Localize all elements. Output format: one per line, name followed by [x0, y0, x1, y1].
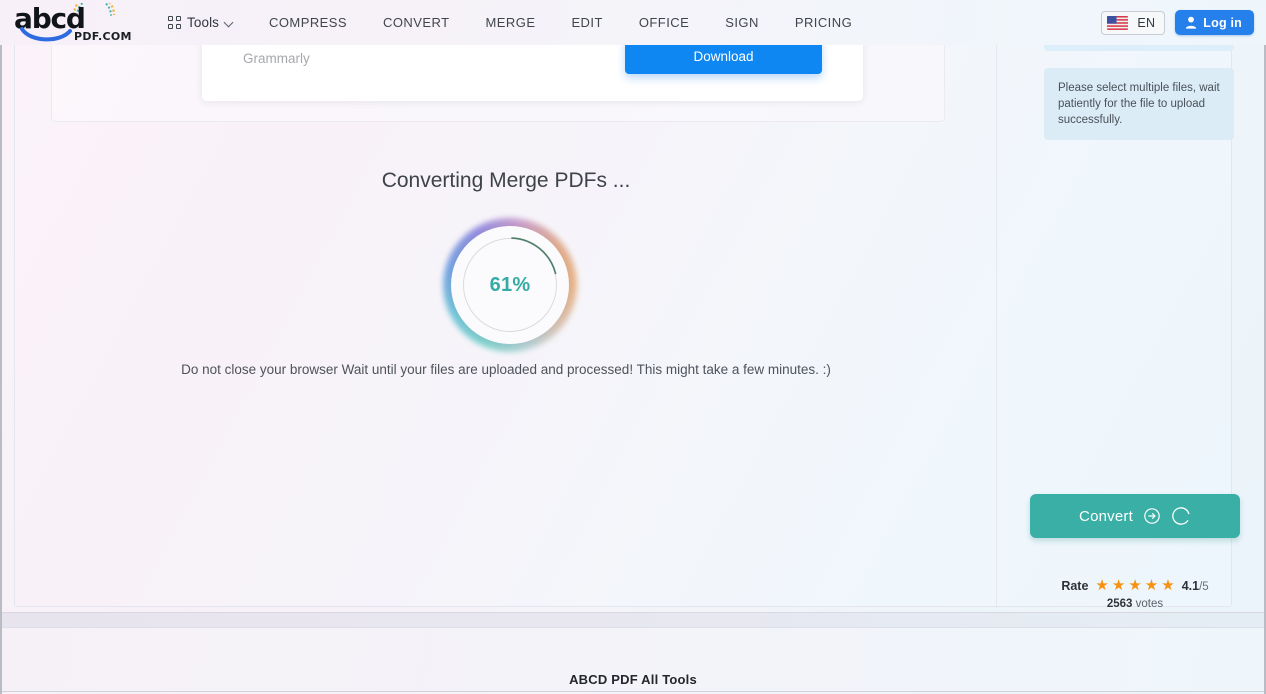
rating-stars[interactable]: ★ ★ ★ ★ ★ — [1095, 578, 1174, 593]
section-divider — [0, 612, 1266, 628]
sidebar-info-box: Please select multiple files, wait patie… — [1044, 68, 1234, 140]
ad-download-label: Download — [693, 48, 754, 64]
nav-item-tools[interactable]: Tools — [158, 9, 251, 36]
nav-item-edit[interactable]: EDIT — [553, 9, 620, 36]
main-left-column: Grammarly Download Converting Merge PDFs… — [15, 23, 997, 608]
ad-label: Grammarly — [243, 51, 310, 66]
star-icon[interactable]: ★ — [1095, 578, 1108, 593]
nav-item-compress-label: COMPRESS — [269, 15, 348, 30]
rating-votes: 2563 votes — [1030, 598, 1240, 610]
convert-button-label: Convert — [1079, 507, 1133, 525]
site-header: abcd PDF.COM Tools COMPRESS CONVERT MERG… — [0, 0, 1266, 45]
rating-score-max: /5 — [1199, 580, 1209, 593]
page-root: Grammarly Download Converting Merge PDFs… — [0, 0, 1266, 694]
star-icon[interactable]: ★ — [1145, 578, 1158, 593]
nav-item-compress[interactable]: COMPRESS — [251, 9, 365, 36]
arrow-right-circle-icon — [1144, 508, 1160, 524]
footer-title: ABCD PDF All Tools — [569, 672, 697, 687]
star-icon[interactable]: ★ — [1161, 578, 1174, 593]
nav-item-pricing[interactable]: PRICING — [777, 9, 870, 36]
grid-icon — [168, 16, 181, 29]
user-icon — [1186, 16, 1197, 29]
logo-subtext: PDF.COM — [74, 29, 132, 43]
language-selector[interactable]: EN — [1101, 10, 1166, 35]
progress-ring: 61% — [443, 218, 577, 352]
nav-item-office-label: OFFICE — [638, 15, 690, 30]
progress-percent-label: 61% — [489, 273, 531, 296]
ad-container: Grammarly Download — [51, 23, 945, 122]
chevron-down-icon — [225, 19, 233, 27]
star-icon[interactable]: ★ — [1112, 578, 1125, 593]
login-label: Log in — [1203, 15, 1242, 30]
sidebar: Please select multiple files, wait patie… — [1011, 33, 1240, 610]
star-icon[interactable]: ★ — [1128, 578, 1141, 593]
window-edge-left — [0, 0, 2, 694]
abcd-pdf-logo[interactable]: abcd PDF.COM — [14, 2, 131, 44]
nav-item-office[interactable]: OFFICE — [621, 9, 707, 36]
rating-row: Rate ★ ★ ★ ★ ★ 4.1/5 — [1030, 578, 1240, 593]
swoosh-icon — [20, 26, 72, 41]
progress-note: Do not close your browser Wait until you… — [181, 362, 831, 377]
page-title: Converting Merge PDFs ... — [381, 169, 631, 192]
site-footer: ABCD PDF All Tools — [0, 628, 1266, 692]
nav-item-edit-label: EDIT — [571, 15, 603, 30]
rating-score-value: 4.1 — [1181, 578, 1200, 593]
main-content-card: Grammarly Download Converting Merge PDFs… — [14, 23, 1240, 610]
nav-item-merge[interactable]: MERGE — [468, 9, 554, 36]
convert-button[interactable]: Convert — [1030, 494, 1240, 538]
language-label: EN — [1137, 15, 1156, 30]
nav-item-convert-label: CONVERT — [383, 15, 450, 30]
nav-item-sign-label: SIGN — [725, 15, 759, 30]
nav-item-sign[interactable]: SIGN — [707, 9, 777, 36]
main-nav: Tools COMPRESS CONVERT MERGE EDIT OFFICE… — [158, 9, 870, 36]
nav-item-convert[interactable]: CONVERT — [365, 9, 467, 36]
rate-label: Rate — [1061, 578, 1089, 593]
votes-count: 2563 — [1106, 598, 1133, 610]
votes-label: votes — [1135, 598, 1164, 610]
nav-item-tools-label: Tools — [187, 15, 220, 30]
nav-item-pricing-label: PRICING — [794, 15, 853, 30]
login-button[interactable]: Log in — [1175, 10, 1254, 35]
rating-score: 4.1/5 — [1182, 579, 1209, 593]
us-flag-icon — [1107, 15, 1129, 30]
loading-spinner-icon — [1172, 507, 1190, 525]
header-actions: EN Log in — [1101, 10, 1254, 35]
nav-item-merge-label: MERGE — [485, 15, 536, 30]
